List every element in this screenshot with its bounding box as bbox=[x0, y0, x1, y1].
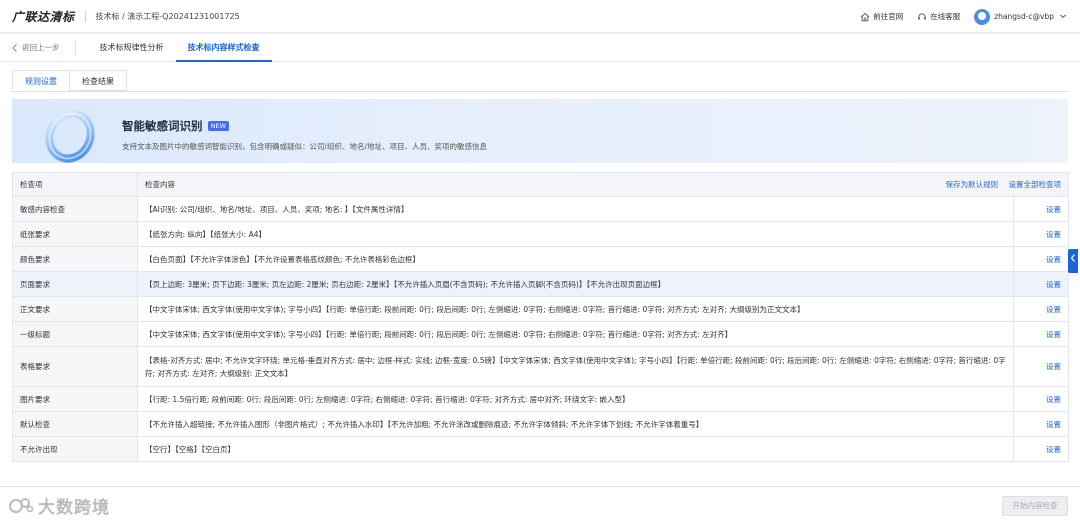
header-divider bbox=[84, 10, 86, 22]
row-content: 【表格-对齐方式: 居中; 不允许文字环绕; 单元格-垂直对齐方式: 居中; 边… bbox=[137, 346, 1014, 387]
row-settings-link[interactable]: 设置 bbox=[1012, 346, 1070, 387]
table-row: 页面要求 【页上边距: 3厘米; 页下边距: 3厘米; 页左边距: 2厘米; 页… bbox=[12, 271, 1070, 297]
table-row: 颜色要求 【白色页面】【不允许字体涂色】【不允许设置表格底纹颜色; 不允许表格彩… bbox=[12, 246, 1070, 272]
row-content: 【白色页面】【不允许字体涂色】【不允许设置表格底纹颜色; 不允许表格彩色边框】 bbox=[137, 246, 1014, 272]
table-row: 图片要求 【行距: 1.5倍行距; 段前间距: 0行; 段后间距: 0行; 左侧… bbox=[12, 386, 1070, 412]
row-settings-link[interactable]: 设置 bbox=[1012, 411, 1070, 437]
tab-check-results[interactable]: 检查结果 bbox=[69, 70, 127, 91]
banner-title-text: 智能敏感词识别 bbox=[122, 119, 203, 133]
main-panel: 规则设置 检查结果 智能敏感词识别 NEW 支持文本及图片中的敏感词智能识别，包… bbox=[0, 62, 1080, 486]
row-item: 图片要求 bbox=[12, 386, 138, 412]
nav-divider bbox=[74, 40, 76, 55]
official-site-link[interactable]: 前往官网 bbox=[860, 11, 903, 22]
row-item: 敏感内容检查 bbox=[12, 196, 138, 222]
row-content: 【空行】【空格】【空白页】 bbox=[137, 436, 1014, 462]
row-content: 【AI识别: 公司/组织、地名/地址、项目、人员、奖项; 地名: 】【文件属性详… bbox=[137, 196, 1014, 222]
collapse-panel-toggle[interactable] bbox=[1068, 249, 1078, 273]
subtab-divider bbox=[12, 91, 1068, 92]
row-content: 【行距: 1.5倍行距; 段前间距: 0行; 段后间距: 0行; 左侧缩进: 0… bbox=[137, 386, 1014, 412]
table-row: 默认检查 【不允许插入超链接; 不允许插入图形（非图片格式）; 不允许插入水印】… bbox=[12, 411, 1070, 437]
row-content: 【页上边距: 3厘米; 页下边距: 3厘米; 页左边距: 2厘米; 页右边距: … bbox=[137, 271, 1014, 297]
row-item: 不允许出现 bbox=[12, 436, 138, 462]
row-settings-link[interactable]: 设置 bbox=[1012, 246, 1070, 272]
top-header: 广联达清标 技术标 / 演示工程-Q20241231001725 前往官网 在线… bbox=[0, 0, 1080, 33]
online-support-label: 在线客服 bbox=[930, 12, 961, 21]
feature-banner: 智能敏感词识别 NEW 支持文本及图片中的敏感词智能识别，包含明确或疑似：公司/… bbox=[12, 99, 1068, 163]
save-default-rule-link[interactable]: 保存为默认规则 bbox=[946, 180, 999, 189]
official-site-label: 前往官网 bbox=[873, 12, 904, 21]
module-nav: 返回上一步 技术标规律性分析 技术标内容样式检查 bbox=[0, 34, 1080, 62]
avatar bbox=[974, 8, 991, 25]
user-menu[interactable]: zhangsd-c@vbp bbox=[974, 8, 1068, 25]
row-settings-link[interactable]: 设置 bbox=[1012, 296, 1070, 322]
chevron-left-icon bbox=[1069, 254, 1077, 266]
col-header-content-label: 检查内容 bbox=[145, 180, 175, 189]
row-item: 默认检查 bbox=[12, 411, 138, 437]
row-item: 纸张要求 bbox=[12, 221, 138, 247]
app-logo[interactable]: 广联达清标 bbox=[12, 8, 75, 25]
row-settings-link[interactable]: 设置 bbox=[1012, 386, 1070, 412]
row-settings-link[interactable]: 设置 bbox=[1012, 271, 1070, 297]
header-actions: 保存为默认规则 设置全部检查项 bbox=[938, 179, 1061, 190]
col-header-content: 检查内容 保存为默认规则 设置全部检查项 bbox=[136, 172, 1070, 197]
user-name: zhangsd-c@vbp bbox=[994, 12, 1054, 21]
row-content: 【中文字体宋体; 西文字体(使用中文字体); 字号小四】【行距: 单倍行距; 段… bbox=[137, 296, 1014, 322]
tab-content-style-check[interactable]: 技术标内容样式检查 bbox=[175, 34, 272, 62]
table-row: 纸张要求 【纸张方向: 纵向】【纸张大小: A4】 设置 bbox=[12, 221, 1070, 247]
table-row: 表格要求 【表格-对齐方式: 居中; 不允许文字环绕; 单元格-垂直对齐方式: … bbox=[12, 346, 1070, 387]
watermark-text: 大数跨境 bbox=[38, 498, 110, 518]
watermark: 大数跨境 bbox=[8, 493, 110, 518]
start-check-button[interactable]: 开始内容检查 bbox=[1002, 496, 1068, 516]
sub-tabs: 规则设置 检查结果 bbox=[12, 70, 127, 91]
row-item: 表格要求 bbox=[12, 346, 138, 387]
back-button[interactable]: 返回上一步 bbox=[0, 42, 60, 53]
breadcrumb: 技术标 / 演示工程-Q20241231001725 bbox=[95, 11, 240, 21]
banner-description: 支持文本及图片中的敏感词智能识别，包含明确或疑似：公司/组织、地名/地址、项目、… bbox=[122, 142, 488, 151]
table-row: 敏感内容检查 【AI识别: 公司/组织、地名/地址、项目、人员、奖项; 地名: … bbox=[12, 196, 1070, 222]
header-actions: 前往官网 在线客服 zhangsd-c@vbp bbox=[860, 0, 1068, 33]
banner-title: 智能敏感词识别 NEW bbox=[122, 118, 229, 134]
chevron-down-icon bbox=[1058, 12, 1068, 22]
tab-regularity-analysis[interactable]: 技术标规律性分析 bbox=[88, 34, 176, 62]
headset-icon bbox=[917, 12, 927, 22]
footer-bar: 大数跨境 开始内容检查 bbox=[0, 486, 1080, 524]
set-all-items-link[interactable]: 设置全部检查项 bbox=[1009, 180, 1062, 189]
row-settings-link[interactable]: 设置 bbox=[1012, 436, 1070, 462]
row-item: 正文要求 bbox=[12, 296, 138, 322]
back-label: 返回上一步 bbox=[22, 43, 60, 52]
table-header-row: 检查项 检查内容 保存为默认规则 设置全部检查项 bbox=[12, 172, 1070, 197]
watermark-logo-icon bbox=[9, 497, 34, 513]
chevron-left-icon bbox=[10, 43, 20, 53]
online-support-link[interactable]: 在线客服 bbox=[917, 11, 960, 22]
table-row: 一级标题 【中文字体宋体; 西文字体(使用中文字体); 字号小四】【行距: 单倍… bbox=[12, 321, 1070, 347]
rules-table: 检查项 检查内容 保存为默认规则 设置全部检查项 敏感内容检查 【AI识别: 公… bbox=[12, 172, 1070, 462]
row-settings-link[interactable]: 设置 bbox=[1012, 321, 1070, 347]
home-icon bbox=[860, 12, 870, 22]
row-content: 【纸张方向: 纵向】【纸张大小: A4】 bbox=[137, 221, 1014, 247]
new-badge: NEW bbox=[207, 121, 229, 131]
tab-rule-settings[interactable]: 规则设置 bbox=[12, 70, 70, 91]
row-item: 页面要求 bbox=[12, 271, 138, 297]
row-settings-link[interactable]: 设置 bbox=[1012, 196, 1070, 222]
row-item: 一级标题 bbox=[12, 321, 138, 347]
row-content: 【不允许插入超链接; 不允许插入图形（非图片格式）; 不允许插入水印】【不允许加… bbox=[137, 411, 1014, 437]
row-content: 【中文字体宋体; 西文字体(使用中文字体); 字号小四】【行距: 单倍行距; 段… bbox=[137, 321, 1014, 347]
table-row: 不允许出现 【空行】【空格】【空白页】 设置 bbox=[12, 436, 1070, 462]
col-header-item: 检查项 bbox=[12, 172, 138, 197]
row-settings-link[interactable]: 设置 bbox=[1012, 221, 1070, 247]
table-row: 正文要求 【中文字体宋体; 西文字体(使用中文字体); 字号小四】【行距: 单倍… bbox=[12, 296, 1070, 322]
row-item: 颜色要求 bbox=[12, 246, 138, 272]
ring-illustration-icon bbox=[45, 109, 95, 163]
